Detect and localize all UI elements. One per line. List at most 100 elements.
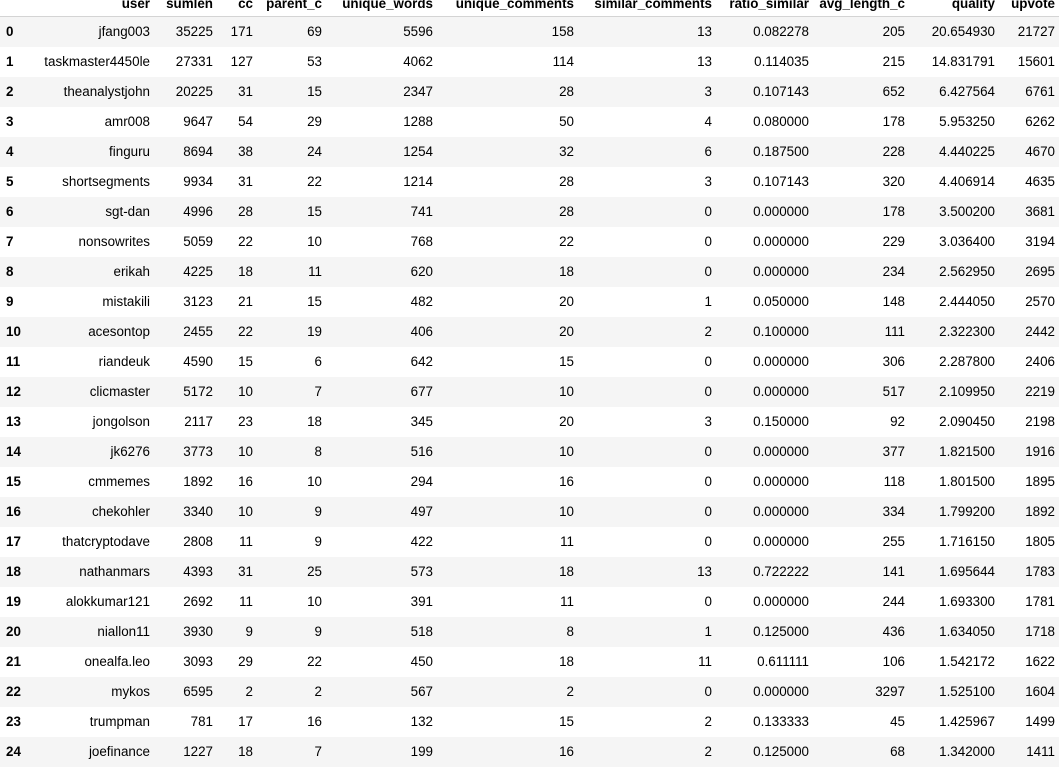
cell-cc: 9: [245, 624, 253, 639]
row-index: 16: [6, 504, 21, 519]
cell-similar-comments: 11: [698, 654, 712, 669]
cell-avg-length-c: 234: [882, 264, 905, 279]
table-row: 23 trumpman 781 17 16 132 15 2 0.133333 45 1.42596…: [0, 707, 1059, 737]
table-row: 0 jfang003 35225 171 69 5596 158 13 0.082278 205 2…: [0, 16, 1059, 47]
cell-unique-comments: 50: [559, 114, 574, 129]
cell-user: mykos: [111, 684, 150, 699]
cell-unique-words: 4062: [403, 54, 433, 69]
cell-similar-comments: 6: [704, 144, 712, 159]
table-row: 22 mykos 6595 2 2 567 2 0 0.000000 3297 1.525100 16…: [0, 676, 1059, 707]
cell-sumlen: 2455: [183, 324, 213, 339]
cell-unique-words: 1254: [403, 144, 433, 159]
cell-parent-c: 15: [307, 204, 322, 219]
cell-ratio-similar: 0.000000: [753, 204, 809, 219]
cell-upvote: 1892: [1025, 504, 1055, 519]
cell-cc: 171: [230, 24, 253, 40]
cell-cc: 28: [238, 204, 253, 219]
cell-parent-c: 53: [307, 54, 322, 69]
cell-user: clicmaster: [89, 384, 150, 399]
cell-user: riandeuk: [98, 354, 150, 369]
cell-ratio-similar: 0.133333: [753, 714, 809, 729]
cell-parent-c: 9: [314, 624, 322, 639]
cell-similar-comments: 2: [704, 744, 712, 759]
cell-upvote: 1499: [1025, 714, 1055, 729]
table-row: 1 taskmaster4450le 27331 127 53 4062 114 13 0.11…: [0, 47, 1059, 77]
cell-unique-words: 518: [410, 624, 433, 639]
cell-similar-comments: 13: [697, 24, 712, 40]
row-index: 7: [6, 234, 14, 249]
row-index: 2: [6, 84, 14, 99]
cell-avg-length-c: 255: [882, 534, 905, 549]
cell-cc: 31: [238, 564, 253, 579]
cell-user: nonsowrites: [78, 234, 150, 249]
cell-unique-comments: 22: [559, 234, 574, 249]
cell-sumlen: 3930: [183, 624, 213, 639]
cell-similar-comments: 13: [697, 564, 712, 579]
cell-similar-comments: 1: [704, 624, 712, 639]
cell-sumlen: 781: [190, 714, 213, 729]
cell-user: alokkumar121: [65, 594, 150, 609]
cell-avg-length-c: 228: [882, 144, 905, 159]
cell-unique-words: 516: [410, 444, 433, 459]
table-row: 18 nathanmars 4393 31 25 573 18 13 0.722222 141 1.…: [0, 556, 1059, 587]
table-row: 8 erikah 4225 18 11 620 18 0 0.000000 234 2.562950…: [0, 256, 1059, 287]
row-index: 15: [6, 474, 21, 489]
cell-unique-comments: 15: [559, 714, 574, 729]
cell-upvote: 15601: [1017, 54, 1055, 69]
cell-parent-c: 9: [314, 534, 322, 549]
cell-ratio-similar: 0.000000: [753, 444, 809, 459]
cell-upvote: 1895: [1025, 474, 1055, 489]
cell-unique-comments: 15: [559, 354, 574, 369]
cell-sumlen: 35225: [175, 24, 213, 40]
row-index: 20: [6, 624, 21, 639]
cell-ratio-similar: 0.082278: [753, 24, 809, 40]
cell-unique-words: 620: [410, 264, 433, 279]
cell-quality: 4.440225: [939, 144, 995, 159]
cell-unique-comments: 16: [559, 744, 574, 759]
cell-unique-comments: 18: [559, 264, 574, 279]
cell-quality: 1.693300: [939, 594, 995, 609]
cell-unique-words: 567: [410, 684, 433, 699]
column-header-similar-comments: similar_comments: [578, 0, 716, 14]
cell-parent-c: 16: [307, 714, 322, 729]
cell-unique-words: 497: [410, 504, 433, 519]
table-row: 5 shortsegments 9934 31 22 1214 28 3 0.107143 320…: [0, 167, 1059, 197]
cell-quality: 1.342000: [939, 744, 995, 759]
cell-similar-comments: 0: [704, 384, 712, 399]
column-header-user: user: [30, 0, 154, 14]
cell-unique-comments: 28: [559, 174, 574, 189]
cell-unique-words: 5596: [403, 24, 433, 40]
cell-user: trumpman: [89, 714, 150, 729]
cell-quality: 2.287800: [939, 354, 995, 369]
cell-cc: 38: [238, 144, 253, 159]
cell-sumlen: 27331: [175, 54, 213, 69]
cell-upvote: 1783: [1025, 564, 1055, 579]
cell-unique-words: 741: [410, 204, 433, 219]
cell-ratio-similar: 0.611111: [757, 654, 809, 669]
cell-ratio-similar: 0.114035: [754, 54, 809, 69]
cell-upvote: 21727: [1017, 24, 1055, 40]
cell-similar-comments: 0: [704, 444, 712, 459]
cell-similar-comments: 3: [704, 414, 712, 429]
cell-user: onealfa.leo: [84, 654, 150, 669]
column-header-avg-length-c: avg_length_c: [813, 0, 909, 14]
cell-user: taskmaster4450le: [44, 54, 150, 69]
cell-upvote: 2695: [1025, 264, 1055, 279]
cell-avg-length-c: 215: [882, 54, 905, 69]
cell-upvote: 3194: [1025, 234, 1055, 249]
row-index: 22: [6, 684, 21, 699]
row-index: 4: [6, 144, 14, 159]
table-row: 20 niallon11 3930 9 9 518 8 1 0.125000 436 1.63405…: [0, 616, 1059, 647]
index-header: [0, 0, 30, 14]
cell-unique-comments: 10: [559, 384, 574, 399]
cell-upvote: 1622: [1025, 654, 1055, 669]
cell-quality: 2.090450: [939, 414, 995, 429]
column-header-unique-words: unique_words: [326, 0, 437, 14]
table-row: 19 alokkumar121 2692 11 10 391 11 0 0.000000 244 1…: [0, 587, 1059, 617]
cell-upvote: 2406: [1025, 354, 1055, 369]
cell-cc: 10: [238, 444, 253, 459]
table-row: 12 clicmaster 5172 10 7 677 10 0 0.000000 517 2.10…: [0, 376, 1059, 407]
cell-unique-comments: 20: [559, 414, 574, 429]
cell-ratio-similar: 0.107143: [753, 174, 809, 189]
cell-ratio-similar: 0.050000: [753, 294, 809, 309]
